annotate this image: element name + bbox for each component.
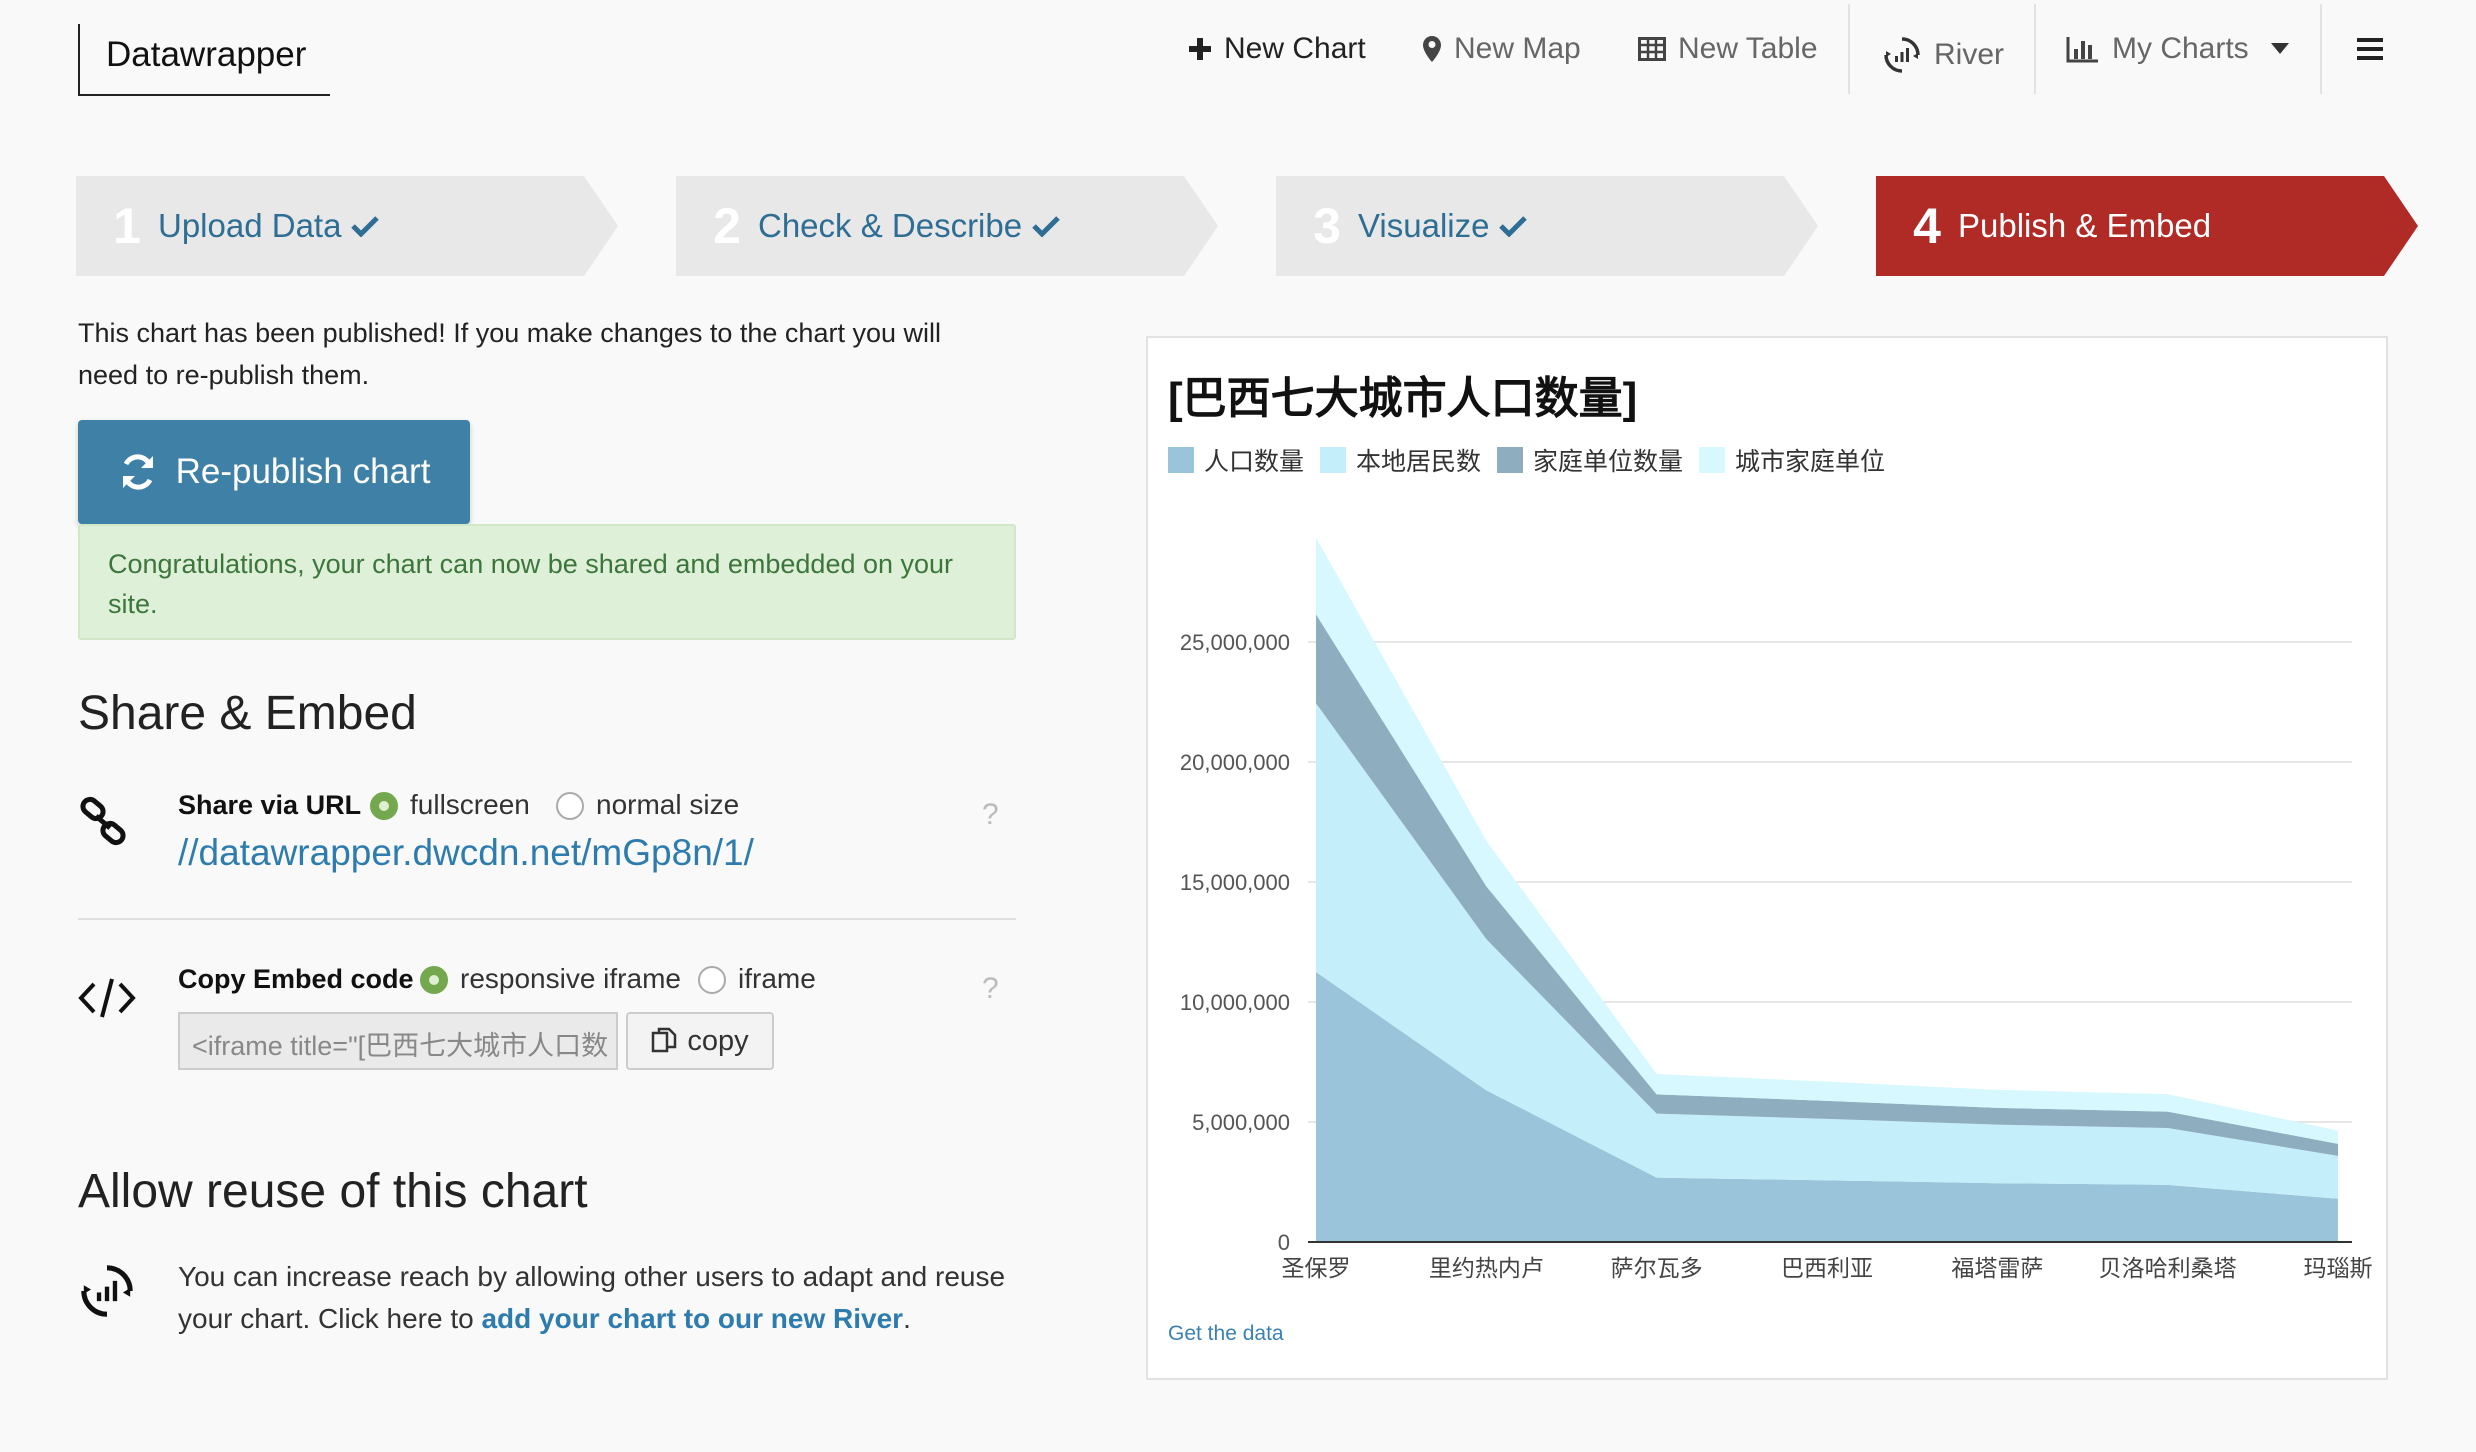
divider: [78, 918, 1016, 920]
nav-separator: [1848, 4, 1850, 94]
y-tick-label: 15,000,000: [1180, 870, 1290, 895]
republish-button[interactable]: Re-publish chart: [78, 420, 470, 524]
brand-name: Datawrapper: [106, 35, 307, 74]
embed-code-label: Copy Embed code: [178, 964, 414, 994]
nav-separator: [2320, 4, 2322, 94]
radio-fullscreen[interactable]: [370, 792, 398, 820]
nav-new-map-label: New Map: [1454, 32, 1581, 65]
step-upload-data[interactable]: 1 Upload Data: [76, 176, 618, 276]
nav-new-chart-label: New Chart: [1224, 32, 1366, 65]
nav-new-table-label: New Table: [1678, 32, 1818, 65]
add-to-river-link[interactable]: add your chart to our new River: [481, 1303, 903, 1334]
get-data-link[interactable]: Get the data: [1168, 1322, 1284, 1346]
menu-button[interactable]: [2356, 0, 2396, 98]
y-tick-label: 10,000,000: [1180, 990, 1290, 1015]
step-label: Publish & Embed: [1958, 207, 2212, 244]
check-icon: [351, 216, 380, 237]
step-arrow: [2384, 176, 2418, 276]
step-number: 3: [1313, 198, 1341, 254]
radio-normal-size-label[interactable]: normal size: [596, 789, 739, 821]
share-url-link[interactable]: //datawrapper.dwcdn.net/mGp8n/1/: [178, 832, 754, 874]
step-number: 1: [113, 198, 141, 254]
river-icon: [81, 1265, 133, 1317]
radio-responsive-iframe-label[interactable]: responsive iframe: [460, 963, 681, 995]
step-number: 4: [1913, 198, 1941, 254]
radio-iframe-label[interactable]: iframe: [738, 963, 816, 995]
step-number: 2: [713, 198, 741, 254]
copy-button[interactable]: copy: [626, 1012, 774, 1070]
x-tick-label: 巴西利亚: [1781, 1256, 1873, 1282]
nav-new-chart[interactable]: New Chart: [1188, 0, 1366, 98]
area-chart: 0 5,000,000 10,000,000 15,000,000 20,000,000…: [1180, 537, 2373, 1282]
step-label: Upload Data: [158, 207, 342, 244]
step-check-describe[interactable]: 2 Check & Describe: [676, 176, 1218, 276]
nav-my-charts[interactable]: My Charts: [2066, 0, 2301, 98]
nav-river-label: River: [1934, 38, 2005, 71]
step-label: Check & Describe: [758, 207, 1023, 244]
y-tick-label: 20,000,000: [1180, 750, 1290, 775]
step-arrow: [584, 176, 618, 276]
y-tick-label: 5,000,000: [1192, 1110, 1290, 1135]
embed-help[interactable]: ?: [982, 972, 999, 1006]
y-tick-label: 25,000,000: [1180, 630, 1290, 655]
y-tick-label: 0: [1278, 1230, 1290, 1255]
hamburger-icon: [2357, 38, 2383, 60]
radio-iframe[interactable]: [698, 966, 726, 994]
radio-normal-size[interactable]: [556, 792, 584, 820]
x-tick-label: 玛瑙斯: [2304, 1256, 2373, 1282]
step-publish-embed[interactable]: 4 Publish & Embed: [1876, 176, 2418, 276]
x-tick-label: 萨尔瓦多: [1611, 1256, 1703, 1282]
success-text: Congratulations, your chart can now be s…: [108, 549, 954, 619]
nav-separator: [2034, 4, 2036, 94]
step-arrow: [1184, 176, 1218, 276]
x-tick-label: 福塔雷萨: [1951, 1256, 2043, 1282]
share-embed-heading: Share & Embed: [78, 687, 417, 740]
table-icon: [1638, 37, 1666, 61]
radio-fullscreen-label[interactable]: fullscreen: [410, 789, 530, 821]
republish-label: Re-publish chart: [175, 452, 431, 491]
code-icon: [78, 978, 136, 1018]
refresh-icon: [122, 454, 153, 490]
x-tick-label: 贝洛哈利桑塔: [2099, 1256, 2237, 1282]
nav-new-map[interactable]: New Map: [1422, 0, 1581, 98]
nav-my-charts-label: My Charts: [2112, 32, 2249, 65]
check-icon: [1499, 216, 1528, 237]
published-note: This chart has been published! If you ma…: [78, 318, 941, 390]
map-marker-icon: [1423, 36, 1441, 62]
nav-river[interactable]: River: [1882, 6, 2004, 104]
reuse-heading: Allow reuse of this chart: [78, 1165, 588, 1218]
link-icon: [80, 796, 126, 846]
bar-chart-icon: [2066, 37, 2098, 63]
radio-responsive-iframe[interactable]: [420, 966, 448, 994]
plus-icon: [1189, 38, 1211, 60]
caret-down-icon: [2270, 43, 2289, 54]
success-alert: Congratulations, your chart can now be s…: [78, 524, 1016, 640]
x-tick-label: 圣保罗: [1282, 1256, 1351, 1282]
embed-code-field[interactable]: <iframe title="[巴西七大城市人口数: [178, 1012, 618, 1070]
copy-icon: [652, 1027, 677, 1053]
check-icon: [1032, 216, 1060, 237]
step-label: Visualize: [1358, 207, 1490, 244]
chart-preview: [巴西七大城市人口数量] 人口数量 本地居民数 家庭单位数量 城市家庭单位 05…: [1146, 336, 2388, 1380]
step-visualize[interactable]: 3 Visualize: [1276, 176, 1818, 276]
share-url-label: Share via URL: [178, 790, 362, 820]
nav-new-table[interactable]: New Table: [1638, 0, 1818, 98]
river-icon: [1884, 37, 1920, 73]
x-tick-label: 里约热内卢: [1429, 1256, 1544, 1282]
brand-logo[interactable]: Datawrapper: [78, 24, 330, 96]
share-help[interactable]: ?: [982, 798, 999, 832]
reuse-description: You can increase reach by allowing other…: [178, 1256, 1038, 1340]
step-arrow: [1784, 176, 1818, 276]
copy-label: copy: [687, 1024, 749, 1057]
reuse-text-end: .: [903, 1303, 911, 1334]
